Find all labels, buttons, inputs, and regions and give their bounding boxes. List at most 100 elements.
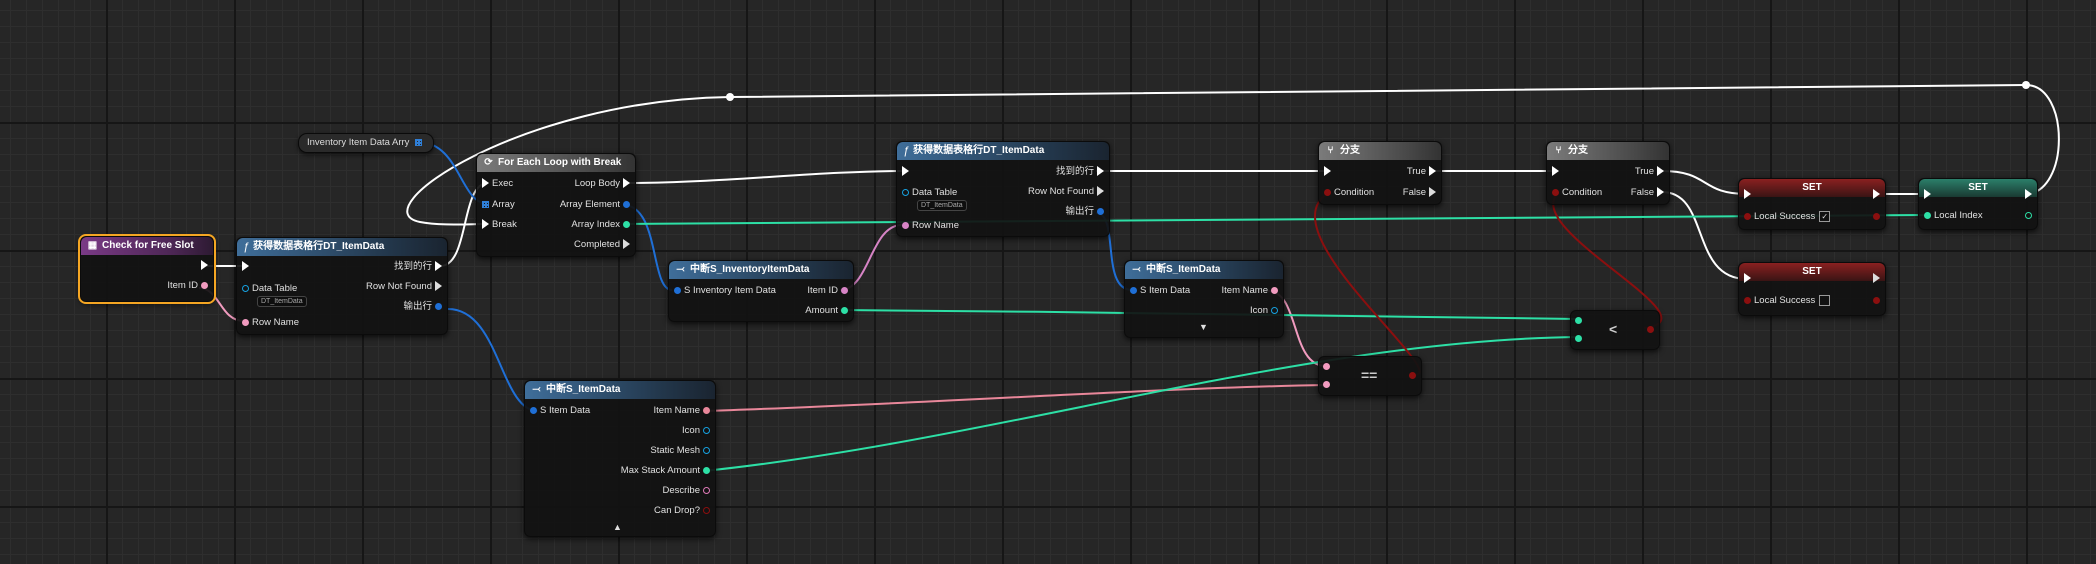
exec-out-pin[interactable] [1870, 189, 1883, 201]
item-data-in-pin[interactable]: S Item Data [1127, 285, 1190, 297]
checkbox-unchecked[interactable] [1819, 295, 1831, 306]
get-data-table-row-node-1[interactable]: ƒ 获得数据表格行DT_ItemData 找到的行 Data Table DT_… [236, 237, 448, 335]
exec-in-pin[interactable] [1741, 273, 1754, 285]
for-each-loop-with-break-node[interactable]: ⟳ For Each Loop with Break Exec Loop Bod… [476, 153, 636, 257]
result-pin[interactable] [1406, 370, 1419, 382]
inventory-item-data-in-pin[interactable]: S Inventory Item Data [671, 285, 776, 297]
item-name-out-pin[interactable]: Item Name [654, 405, 713, 417]
found-row-pin[interactable]: 找到的行 [1056, 166, 1107, 178]
pin-label: Item ID [807, 285, 838, 296]
item-id-out-pin[interactable]: Item ID [807, 285, 851, 297]
break-pin[interactable]: Break [479, 219, 517, 231]
exec-out-pin[interactable] [198, 260, 211, 272]
node-title: For Each Loop with Break [498, 157, 622, 168]
describe-out-pin[interactable]: Describe [663, 485, 714, 497]
exec-in-pin[interactable] [1549, 166, 1562, 178]
max-stack-amount-out-pin[interactable]: Max Stack Amount [621, 465, 713, 477]
set-local-success-false-node[interactable]: SET Local Success [1738, 262, 1886, 316]
data-table-pin[interactable]: Data Table [239, 283, 297, 295]
row-name-pin[interactable]: Row Name [239, 317, 299, 329]
branch-node-1[interactable]: ⑂ 分支 True Condition False [1318, 141, 1442, 205]
pin-label: True [1406, 166, 1426, 177]
equals-operator-node[interactable]: == [1318, 356, 1422, 396]
node-header: ƒ 获得数据表格行DT_ItemData [897, 142, 1109, 160]
b-pin[interactable] [1572, 333, 1585, 345]
found-row-pin[interactable]: 找到的行 [394, 261, 445, 273]
pin-label: Item ID [167, 280, 198, 291]
b-pin[interactable] [1320, 379, 1333, 391]
pin-label: Icon [1250, 305, 1268, 316]
break-inventory-item-data-node[interactable]: ⤙ 中断S_InventoryItemData S Inventory Item… [668, 260, 854, 322]
amount-out-pin[interactable]: Amount [805, 305, 851, 317]
false-pin[interactable]: False [1403, 187, 1439, 199]
item-data-in-pin[interactable]: S Item Data [527, 405, 590, 417]
icon-out-pin[interactable]: Icon [682, 425, 713, 437]
node-header: ⤙ 中断S_InventoryItemData [669, 261, 853, 279]
true-pin[interactable]: True [1635, 166, 1667, 178]
break-item-data-node-1[interactable]: ⤙ 中断S_ItemData S Item Data Item Name Ico… [1124, 260, 1284, 338]
false-pin[interactable]: False [1631, 187, 1667, 199]
exec-out-pin[interactable] [1870, 273, 1883, 285]
pin-label: Loop Body [574, 178, 620, 189]
array-pin-icon[interactable] [415, 138, 423, 146]
less-than-operator-node[interactable]: < [1570, 310, 1660, 350]
exec-in-pin[interactable] [1741, 189, 1754, 201]
out-row-pin[interactable]: 输出行 [403, 301, 445, 313]
exec-in-pin[interactable] [239, 261, 252, 273]
set-local-success-true-node[interactable]: SET Local Success ✓ [1738, 178, 1886, 230]
row-not-found-pin[interactable]: Row Not Found [366, 281, 445, 293]
array-index-pin[interactable]: Array Index [571, 219, 633, 231]
static-mesh-out-pin[interactable]: Static Mesh [650, 445, 713, 457]
exec-in-pin[interactable] [1921, 189, 1934, 201]
bool-out-pin[interactable] [1870, 211, 1883, 223]
pin-label: Icon [682, 425, 700, 436]
node-header: SET [1739, 179, 1885, 197]
branch-node-2[interactable]: ⑂ 分支 True Condition False [1546, 141, 1670, 205]
break-item-data-node-2[interactable]: ⤙ 中断S_ItemData S Item Data Item Name Ico… [524, 380, 716, 537]
result-pin[interactable] [1644, 324, 1657, 336]
set-local-index-node[interactable]: SET Local Index [1918, 178, 2038, 230]
icon-out-pin[interactable]: Icon [1250, 305, 1281, 317]
array-pin[interactable]: Array [479, 199, 515, 211]
completed-pin[interactable]: Completed [574, 239, 633, 251]
exec-out-pin[interactable] [2022, 189, 2035, 201]
item-id-pin[interactable]: Item ID [167, 280, 211, 292]
true-pin[interactable]: True [1407, 166, 1439, 178]
pin-label: Completed [574, 239, 620, 250]
bool-out-pin[interactable] [1870, 295, 1883, 307]
pin-label: Row Not Found [1027, 186, 1094, 197]
local-success-pin[interactable]: Local Success [1741, 295, 1831, 307]
a-pin[interactable] [1572, 315, 1585, 327]
node-title: 分支 [1340, 145, 1360, 156]
inventory-item-data-array-getter[interactable]: Inventory Item Data Arry [298, 133, 435, 153]
row-not-found-pin[interactable]: Row Not Found [1028, 186, 1107, 198]
data-table-pin[interactable]: Data Table [899, 187, 957, 199]
out-row-pin[interactable]: 输出行 [1065, 206, 1107, 218]
expand-arrow-icon[interactable]: ▼ [1199, 321, 1208, 333]
exec-in-pin[interactable]: Exec [479, 178, 513, 190]
pin-label: Array Element [559, 199, 620, 210]
macro-icon: ⟳ [484, 157, 493, 168]
condition-pin[interactable]: Condition [1549, 187, 1602, 199]
local-index-pin[interactable]: Local Index [1921, 210, 1983, 222]
condition-pin[interactable]: Condition [1321, 187, 1374, 199]
exec-in-pin[interactable] [1321, 166, 1334, 178]
exec-in-pin[interactable] [899, 166, 912, 178]
int-out-pin[interactable] [2022, 210, 2035, 222]
array-element-pin[interactable]: Array Element [560, 199, 633, 211]
can-drop-out-pin[interactable]: Can Drop? [654, 505, 713, 517]
pin-label: Data Table [252, 283, 298, 294]
data-table-dropdown[interactable]: DT_ItemData [257, 295, 307, 307]
row-name-pin[interactable]: Row Name [899, 220, 959, 232]
pin-label: Max Stack Amount [620, 465, 700, 476]
local-success-pin[interactable]: Local Success ✓ [1741, 211, 1831, 223]
item-name-out-pin[interactable]: Item Name [1222, 285, 1281, 297]
data-table-dropdown[interactable]: DT_ItemData [917, 199, 967, 211]
loop-body-pin[interactable]: Loop Body [575, 178, 633, 190]
get-data-table-row-node-2[interactable]: ƒ 获得数据表格行DT_ItemData 找到的行 Data Table DT_… [896, 141, 1110, 237]
collapse-arrow-icon[interactable]: ▲ [613, 521, 622, 533]
node-header: SET [1739, 263, 1885, 281]
checkbox-checked[interactable]: ✓ [1819, 211, 1831, 222]
a-pin[interactable] [1320, 361, 1333, 373]
check-for-free-slot-node[interactable]: ▦ Check for Free Slot Item ID [78, 234, 216, 304]
